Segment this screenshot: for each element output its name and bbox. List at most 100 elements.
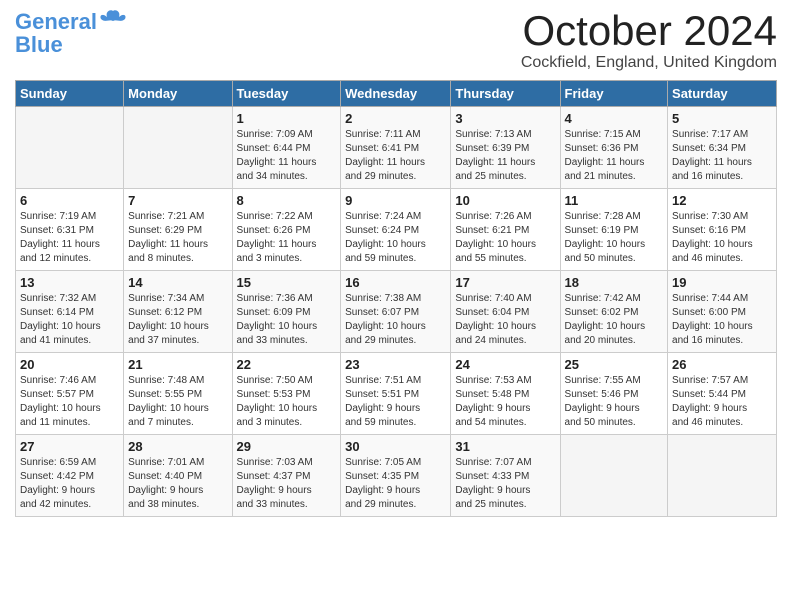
day-number: 8 (237, 193, 337, 208)
cell-content-line: and 59 minutes. (345, 252, 446, 266)
calendar-cell: 26Sunrise: 7:57 AMSunset: 5:44 PMDayligh… (668, 353, 777, 435)
cell-content-line: Daylight: 9 hours (20, 484, 119, 498)
cell-content-line: and 25 minutes. (455, 170, 555, 184)
day-number: 19 (672, 275, 772, 290)
cell-content-line: Daylight: 10 hours (237, 320, 337, 334)
cell-content-line: and 8 minutes. (128, 252, 227, 266)
cell-content-line: Daylight: 9 hours (565, 402, 664, 416)
cell-content-line: Sunset: 5:53 PM (237, 388, 337, 402)
cell-content-line: and 50 minutes. (565, 416, 664, 430)
cell-content-line: Sunset: 6:09 PM (237, 306, 337, 320)
logo-bird-icon (99, 9, 127, 31)
calendar-cell: 23Sunrise: 7:51 AMSunset: 5:51 PMDayligh… (341, 353, 451, 435)
week-row-3: 13Sunrise: 7:32 AMSunset: 6:14 PMDayligh… (16, 271, 777, 353)
cell-content-line: Sunset: 5:46 PM (565, 388, 664, 402)
calendar-cell: 21Sunrise: 7:48 AMSunset: 5:55 PMDayligh… (124, 353, 232, 435)
cell-content-line: Daylight: 9 hours (128, 484, 227, 498)
cell-content-line: and 16 minutes. (672, 334, 772, 348)
cell-content-line: and 59 minutes. (345, 416, 446, 430)
week-row-1: 1Sunrise: 7:09 AMSunset: 6:44 PMDaylight… (16, 107, 777, 189)
cell-content-line: Sunrise: 7:17 AM (672, 128, 772, 142)
cell-content-line: and 25 minutes. (455, 498, 555, 512)
day-number: 27 (20, 439, 119, 454)
calendar-cell: 22Sunrise: 7:50 AMSunset: 5:53 PMDayligh… (232, 353, 341, 435)
cell-content-line: Daylight: 11 hours (345, 156, 446, 170)
cell-content-line: and 37 minutes. (128, 334, 227, 348)
day-number: 6 (20, 193, 119, 208)
calendar-cell: 20Sunrise: 7:46 AMSunset: 5:57 PMDayligh… (16, 353, 124, 435)
cell-content-line: and 34 minutes. (237, 170, 337, 184)
cell-content-line: Sunset: 5:57 PM (20, 388, 119, 402)
cell-content-line: Sunset: 6:36 PM (565, 142, 664, 156)
calendar-cell: 15Sunrise: 7:36 AMSunset: 6:09 PMDayligh… (232, 271, 341, 353)
cell-content-line: and 11 minutes. (20, 416, 119, 430)
cell-content-line: Sunrise: 7:38 AM (345, 292, 446, 306)
calendar-cell: 7Sunrise: 7:21 AMSunset: 6:29 PMDaylight… (124, 189, 232, 271)
cell-content-line: Daylight: 10 hours (128, 402, 227, 416)
week-row-2: 6Sunrise: 7:19 AMSunset: 6:31 PMDaylight… (16, 189, 777, 271)
cell-content-line: Sunrise: 7:03 AM (237, 456, 337, 470)
calendar-cell: 17Sunrise: 7:40 AMSunset: 6:04 PMDayligh… (451, 271, 560, 353)
cell-content-line: Sunrise: 7:34 AM (128, 292, 227, 306)
calendar-cell: 9Sunrise: 7:24 AMSunset: 6:24 PMDaylight… (341, 189, 451, 271)
day-number: 25 (565, 357, 664, 372)
calendar-header-row: SundayMondayTuesdayWednesdayThursdayFrid… (16, 81, 777, 107)
cell-content-line: and 7 minutes. (128, 416, 227, 430)
cell-content-line: Sunset: 6:14 PM (20, 306, 119, 320)
cell-content-line: and 38 minutes. (128, 498, 227, 512)
column-header-tuesday: Tuesday (232, 81, 341, 107)
cell-content-line: Sunrise: 7:51 AM (345, 374, 446, 388)
cell-content-line: Sunrise: 7:21 AM (128, 210, 227, 224)
cell-content-line: and 33 minutes. (237, 498, 337, 512)
cell-content-line: Sunrise: 7:32 AM (20, 292, 119, 306)
calendar-cell: 19Sunrise: 7:44 AMSunset: 6:00 PMDayligh… (668, 271, 777, 353)
cell-content-line: Sunrise: 7:44 AM (672, 292, 772, 306)
calendar-cell: 11Sunrise: 7:28 AMSunset: 6:19 PMDayligh… (560, 189, 668, 271)
cell-content-line: Daylight: 9 hours (672, 402, 772, 416)
day-number: 31 (455, 439, 555, 454)
cell-content-line: Sunset: 6:39 PM (455, 142, 555, 156)
calendar-table: SundayMondayTuesdayWednesdayThursdayFrid… (15, 80, 777, 517)
day-number: 22 (237, 357, 337, 372)
cell-content-line: and 55 minutes. (455, 252, 555, 266)
cell-content-line: and 41 minutes. (20, 334, 119, 348)
cell-content-line: and 20 minutes. (565, 334, 664, 348)
cell-content-line: Daylight: 10 hours (20, 320, 119, 334)
cell-content-line: Sunrise: 7:11 AM (345, 128, 446, 142)
day-number: 16 (345, 275, 446, 290)
calendar-cell: 16Sunrise: 7:38 AMSunset: 6:07 PMDayligh… (341, 271, 451, 353)
cell-content-line: Sunset: 4:37 PM (237, 470, 337, 484)
cell-content-line: and 42 minutes. (20, 498, 119, 512)
cell-content-line: Sunrise: 7:53 AM (455, 374, 555, 388)
day-number: 30 (345, 439, 446, 454)
calendar-cell: 10Sunrise: 7:26 AMSunset: 6:21 PMDayligh… (451, 189, 560, 271)
calendar-cell: 4Sunrise: 7:15 AMSunset: 6:36 PMDaylight… (560, 107, 668, 189)
cell-content-line: and 46 minutes. (672, 416, 772, 430)
column-header-thursday: Thursday (451, 81, 560, 107)
week-row-4: 20Sunrise: 7:46 AMSunset: 5:57 PMDayligh… (16, 353, 777, 435)
day-number: 2 (345, 111, 446, 126)
cell-content-line: and 24 minutes. (455, 334, 555, 348)
cell-content-line: Sunset: 6:44 PM (237, 142, 337, 156)
day-number: 26 (672, 357, 772, 372)
page: General Blue October 2024 Cockfield, Eng… (0, 0, 792, 527)
cell-content-line: Daylight: 11 hours (455, 156, 555, 170)
cell-content-line: Sunset: 4:42 PM (20, 470, 119, 484)
cell-content-line: Daylight: 9 hours (455, 402, 555, 416)
cell-content-line: Sunset: 5:48 PM (455, 388, 555, 402)
cell-content-line: Daylight: 10 hours (345, 320, 446, 334)
cell-content-line: Daylight: 10 hours (237, 402, 337, 416)
logo-general: General (15, 9, 97, 34)
cell-content-line: Sunset: 6:24 PM (345, 224, 446, 238)
cell-content-line: Sunrise: 7:24 AM (345, 210, 446, 224)
calendar-cell (560, 435, 668, 517)
cell-content-line: Sunrise: 7:05 AM (345, 456, 446, 470)
cell-content-line: Daylight: 10 hours (455, 320, 555, 334)
cell-content-line: Sunset: 6:29 PM (128, 224, 227, 238)
calendar-cell: 3Sunrise: 7:13 AMSunset: 6:39 PMDaylight… (451, 107, 560, 189)
cell-content-line: Daylight: 11 hours (672, 156, 772, 170)
day-number: 20 (20, 357, 119, 372)
cell-content-line: Sunrise: 7:15 AM (565, 128, 664, 142)
column-header-wednesday: Wednesday (341, 81, 451, 107)
cell-content-line: and 33 minutes. (237, 334, 337, 348)
